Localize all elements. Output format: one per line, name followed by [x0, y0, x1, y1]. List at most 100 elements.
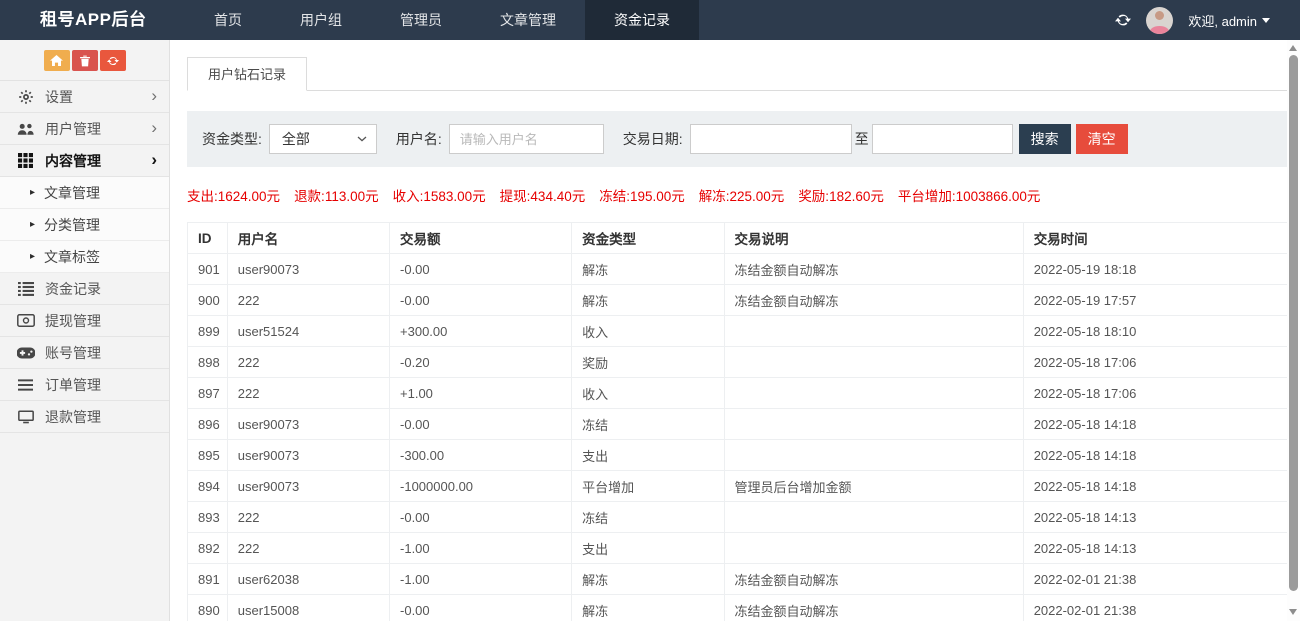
table-cell: user15008 — [227, 595, 389, 621]
table-cell: -0.20 — [390, 347, 572, 378]
sidebar-item-settings[interactable]: 设置› — [0, 81, 169, 113]
home-button[interactable] — [44, 50, 70, 71]
table-cell: user90073 — [227, 409, 389, 440]
table-cell — [724, 440, 1023, 471]
nav-item-fund-records[interactable]: 资金记录 — [585, 0, 699, 40]
user-menu[interactable]: 欢迎, admin — [1188, 11, 1270, 30]
table-cell: user51524 — [227, 316, 389, 347]
table-cell: 平台增加 — [572, 471, 724, 502]
column-header: 交易说明 — [724, 223, 1023, 254]
table-cell: 2022-05-18 17:06 — [1023, 347, 1291, 378]
summary-item: 支出:1624.00元 — [187, 189, 280, 204]
table-cell: 895 — [188, 440, 228, 471]
tab-user-diamond-records[interactable]: 用户钻石记录 — [187, 57, 307, 91]
table-body: 901user90073-0.00解冻冻结金额自动解冻2022-05-19 18… — [188, 254, 1292, 621]
table-cell: 2022-02-01 21:38 — [1023, 595, 1291, 621]
table-cell: 2022-05-18 14:13 — [1023, 533, 1291, 564]
table-cell: 管理员后台增加金额 — [724, 471, 1023, 502]
date-label: 交易日期: — [623, 129, 683, 149]
tab-bar: 用户钻石记录 — [187, 57, 1292, 91]
grid-icon — [16, 153, 35, 168]
lines-icon — [16, 379, 35, 391]
table-cell: 冻结 — [572, 409, 724, 440]
date-to-input[interactable] — [872, 124, 1013, 154]
sidebar-item-article-tags[interactable]: ▸文章标签 — [0, 241, 169, 273]
sidebar-item-category-management[interactable]: ▸ 分类管理 — [0, 209, 169, 241]
welcome-text: 欢迎, admin — [1188, 11, 1257, 30]
table-cell: 收入 — [572, 316, 724, 347]
sidebar-item-order-management[interactable]: 订单管理 — [0, 369, 169, 401]
table-cell: 冻结金额自动解冻 — [724, 285, 1023, 316]
scrollbar-thumb[interactable] — [1289, 55, 1298, 591]
table-cell: 冻结 — [572, 502, 724, 533]
sidebar-item-label: 设置 — [45, 87, 73, 107]
table-cell — [724, 347, 1023, 378]
table-cell: user90073 — [227, 254, 389, 285]
table-cell: 222 — [227, 533, 389, 564]
table-cell: 支出 — [572, 533, 724, 564]
table-row: 890user15008-0.00解冻冻结金额自动解冻2022-02-01 21… — [188, 595, 1292, 621]
sidebar-item-content-management[interactable]: 内容管理› — [0, 145, 169, 177]
sidebar-item-account-management[interactable]: 账号管理 — [0, 337, 169, 369]
table-row: 901user90073-0.00解冻冻结金额自动解冻2022-05-19 18… — [188, 254, 1292, 285]
username-input[interactable] — [449, 124, 604, 154]
scroll-down-arrow-icon[interactable] — [1289, 609, 1297, 615]
table-cell: user90073 — [227, 471, 389, 502]
table-cell: -0.00 — [390, 595, 572, 621]
search-button[interactable]: 搜索 — [1019, 124, 1071, 154]
table-row: 897222+1.00收入2022-05-18 17:06 — [188, 378, 1292, 409]
sidebar-item-label: 用户管理 — [45, 119, 101, 139]
gear-icon — [16, 89, 35, 105]
table-cell: 2022-05-18 14:18 — [1023, 409, 1291, 440]
summary-item: 奖励:182.60元 — [798, 189, 884, 204]
bullet-arrow-icon: ▸ — [30, 188, 35, 198]
table-cell: 收入 — [572, 378, 724, 409]
sidebar-item-fund-records[interactable]: 资金记录 — [0, 273, 169, 305]
sidebar-item-article-management[interactable]: ▸ 文章管理 — [0, 177, 169, 209]
table-cell: 222 — [227, 347, 389, 378]
nav-item-article-management[interactable]: 文章管理 — [471, 0, 585, 40]
table-cell: 2022-02-01 21:38 — [1023, 564, 1291, 595]
refresh-icon[interactable] — [1114, 12, 1131, 29]
table-cell: 2022-05-18 18:10 — [1023, 316, 1291, 347]
table-cell: 222 — [227, 502, 389, 533]
table-cell: user90073 — [227, 440, 389, 471]
clear-button[interactable]: 清空 — [1076, 124, 1128, 154]
table-cell: 2022-05-18 14:13 — [1023, 502, 1291, 533]
trash-icon — [80, 55, 90, 67]
summary-item: 收入:1583.00元 — [393, 189, 486, 204]
sidebar-item-label: 退款管理 — [45, 407, 101, 427]
sidebar-item-label: 提现管理 — [45, 311, 101, 331]
date-from-input[interactable] — [690, 124, 852, 154]
table-cell — [724, 409, 1023, 440]
sidebar-item-label: 文章管理 — [44, 183, 100, 203]
refresh-button[interactable] — [100, 50, 126, 71]
table-cell: -0.00 — [390, 285, 572, 316]
avatar[interactable] — [1146, 7, 1173, 34]
sidebar-item-user-management[interactable]: 用户管理› — [0, 113, 169, 145]
recycle-icon — [107, 55, 119, 67]
money-icon — [16, 314, 35, 327]
sidebar-item-label: 分类管理 — [44, 215, 100, 235]
nav-item-user-groups[interactable]: 用户组 — [271, 0, 371, 40]
table-cell: 899 — [188, 316, 228, 347]
column-header: ID — [188, 223, 228, 254]
bullet-arrow-icon: ▸ — [30, 220, 35, 230]
sidebar-item-label: 订单管理 — [45, 375, 101, 395]
table-cell: 900 — [188, 285, 228, 316]
table-cell: 2022-05-18 14:18 — [1023, 471, 1291, 502]
scroll-up-arrow-icon[interactable] — [1289, 45, 1297, 51]
sidebar-item-withdraw-management[interactable]: 提现管理 — [0, 305, 169, 337]
username-label: 用户名: — [396, 129, 442, 149]
table-cell: 冻结金额自动解冻 — [724, 564, 1023, 595]
table-cell: 2022-05-19 17:57 — [1023, 285, 1291, 316]
table-cell — [724, 316, 1023, 347]
nav-item-administrators[interactable]: 管理员 — [371, 0, 471, 40]
trash-button[interactable] — [72, 50, 98, 71]
table-cell: -0.00 — [390, 254, 572, 285]
sidebar-item-label: 资金记录 — [45, 279, 101, 299]
nav-item-home[interactable]: 首页 — [185, 0, 271, 40]
fund-type-select[interactable]: 全部 — [269, 124, 377, 154]
sidebar-item-refund-management[interactable]: 退款管理 — [0, 401, 169, 433]
table-cell: 解冻 — [572, 595, 724, 621]
